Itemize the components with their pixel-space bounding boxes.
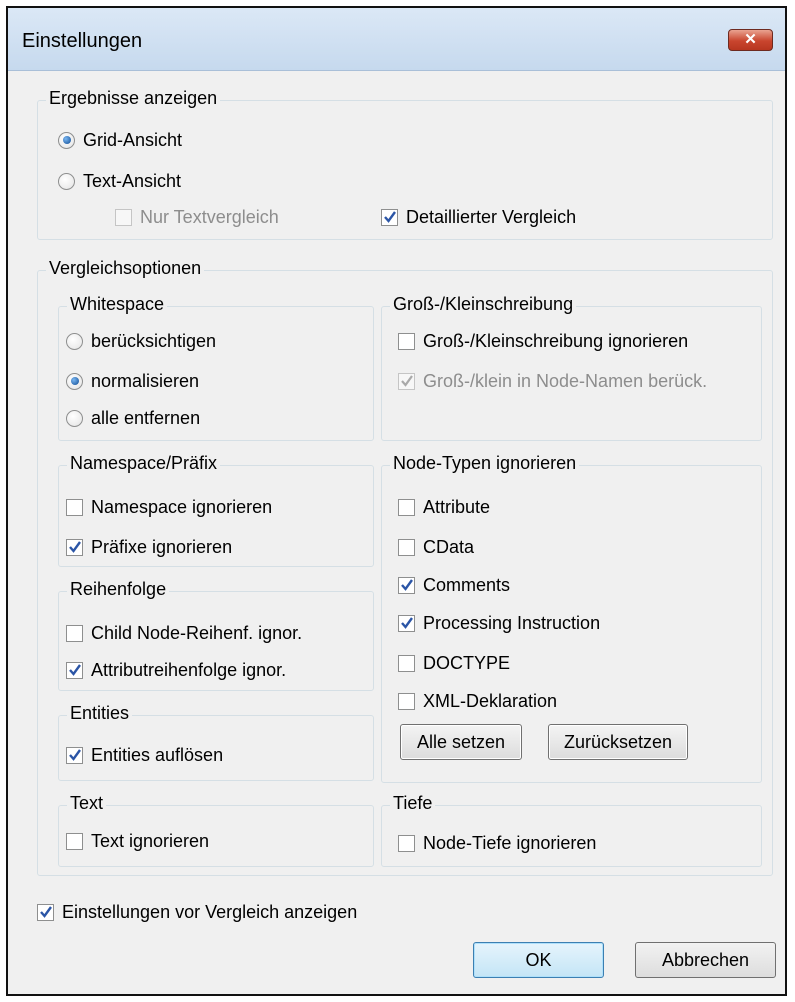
set-all-button[interactable]: Alle setzen bbox=[400, 724, 522, 760]
checkbox-box bbox=[398, 332, 415, 350]
resolve-entities-label: Entities auflösen bbox=[91, 744, 224, 765]
grid-view-radio[interactable]: Grid-Ansicht bbox=[58, 129, 182, 151]
depth-legend: Tiefe bbox=[390, 793, 436, 814]
checkbox-box bbox=[398, 498, 415, 516]
cdata-checkbox[interactable]: CData bbox=[398, 536, 474, 558]
radio-indicator bbox=[58, 131, 75, 149]
ignore-prefix-label: Präfixe ignorieren bbox=[91, 536, 233, 557]
child-order-checkbox[interactable]: Child Node-Reihenf. ignor. bbox=[66, 622, 302, 644]
ignore-text-checkbox[interactable]: Text ignorieren bbox=[66, 830, 209, 852]
cdata-label: CData bbox=[423, 536, 475, 557]
remove-all-label: alle entfernen bbox=[91, 407, 201, 428]
settings-dialog: Einstellungen ✕ Ergebnisse anzeigen Grid… bbox=[6, 6, 787, 996]
node-types-legend: Node-Typen ignorieren bbox=[390, 453, 580, 474]
checkmark-icon bbox=[66, 746, 83, 764]
ignore-text-label: Text ignorieren bbox=[91, 830, 210, 851]
set-all-label: Alle setzen bbox=[416, 731, 506, 752]
dialog-title: Einstellungen bbox=[22, 30, 143, 52]
attribute-label: Attribute bbox=[423, 496, 491, 517]
node-names-checkbox[interactable]: Groß-/klein in Node-Namen berück. bbox=[398, 370, 707, 392]
radio-indicator bbox=[66, 409, 83, 427]
attr-order-checkbox[interactable]: Attributreihenfolge ignor. bbox=[66, 659, 286, 681]
text-view-radio[interactable]: Text-Ansicht bbox=[58, 170, 181, 192]
text-view-label: Text-Ansicht bbox=[83, 170, 182, 191]
case-legend: Groß-/Kleinschreibung bbox=[390, 294, 577, 315]
ignore-depth-checkbox[interactable]: Node-Tiefe ignorieren bbox=[398, 832, 596, 854]
consider-label: berücksichtigen bbox=[91, 330, 217, 351]
ok-button[interactable]: OK bbox=[473, 942, 604, 978]
entities-legend: Entities bbox=[67, 703, 133, 724]
ignore-prefix-checkbox[interactable]: Präfixe ignorieren bbox=[66, 536, 232, 558]
cancel-label: Abbrechen bbox=[661, 949, 750, 970]
attr-order-label: Attributreihenfolge ignor. bbox=[91, 659, 287, 680]
consider-radio[interactable]: berücksichtigen bbox=[66, 330, 216, 352]
text-legend: Text bbox=[67, 793, 107, 814]
show-before-checkbox[interactable]: Einstellungen vor Vergleich anzeigen bbox=[37, 901, 357, 923]
normalize-radio[interactable]: normalisieren bbox=[66, 370, 199, 392]
doctype-label: DOCTYPE bbox=[423, 652, 511, 673]
reset-button[interactable]: Zurücksetzen bbox=[548, 724, 688, 760]
close-button[interactable]: ✕ bbox=[728, 29, 773, 51]
detailed-label: Detaillierter Vergleich bbox=[406, 206, 577, 227]
ignore-case-label: Groß-/Kleinschreibung ignorieren bbox=[423, 330, 689, 351]
checkmark-icon bbox=[398, 372, 415, 390]
order-legend: Reihenfolge bbox=[67, 579, 170, 600]
title-bar: Einstellungen ✕ bbox=[8, 8, 785, 71]
remove-all-radio[interactable]: alle entfernen bbox=[66, 407, 200, 429]
checkbox-box bbox=[66, 624, 83, 642]
ignore-case-checkbox[interactable]: Groß-/Kleinschreibung ignorieren bbox=[398, 330, 688, 352]
doctype-checkbox[interactable]: DOCTYPE bbox=[398, 652, 510, 674]
show-before-label: Einstellungen vor Vergleich anzeigen bbox=[62, 901, 358, 922]
compare-legend: Vergleichsoptionen bbox=[46, 258, 205, 279]
text-only-label: Nur Textvergleich bbox=[140, 206, 279, 227]
cancel-button[interactable]: Abbrechen bbox=[635, 942, 776, 978]
checkmark-icon bbox=[66, 661, 83, 679]
xml-decl-checkbox[interactable]: XML-Deklaration bbox=[398, 690, 557, 712]
radio-indicator bbox=[66, 372, 83, 390]
normalize-label: normalisieren bbox=[91, 370, 200, 391]
child-order-label: Child Node-Reihenf. ignor. bbox=[91, 622, 303, 643]
radio-indicator bbox=[58, 172, 75, 190]
xml-decl-label: XML-Deklaration bbox=[423, 690, 558, 711]
checkmark-icon bbox=[398, 576, 415, 594]
checkbox-box bbox=[66, 498, 83, 516]
processing-label: Processing Instruction bbox=[423, 612, 601, 633]
ignore-namespace-label: Namespace ignorieren bbox=[91, 496, 273, 517]
checkmark-icon bbox=[37, 903, 54, 921]
ignore-depth-label: Node-Tiefe ignorieren bbox=[423, 832, 597, 853]
attribute-checkbox[interactable]: Attribute bbox=[398, 496, 490, 518]
reset-label: Zurücksetzen bbox=[563, 731, 673, 752]
comments-checkbox[interactable]: Comments bbox=[398, 574, 510, 596]
checkbox-box bbox=[398, 834, 415, 852]
ignore-namespace-checkbox[interactable]: Namespace ignorieren bbox=[66, 496, 272, 518]
grid-view-label: Grid-Ansicht bbox=[83, 129, 183, 150]
ok-label: OK bbox=[525, 949, 552, 970]
comments-label: Comments bbox=[423, 574, 511, 595]
checkmark-icon bbox=[381, 208, 398, 226]
results-legend: Ergebnisse anzeigen bbox=[46, 88, 221, 109]
whitespace-legend: Whitespace bbox=[67, 294, 168, 315]
checkmark-icon bbox=[66, 538, 83, 556]
close-icon: ✕ bbox=[744, 31, 757, 48]
checkmark-icon bbox=[398, 614, 415, 632]
resolve-entities-checkbox[interactable]: Entities auflösen bbox=[66, 744, 223, 766]
checkbox-box bbox=[398, 692, 415, 710]
checkbox-box bbox=[66, 832, 83, 850]
detailed-checkbox[interactable]: Detaillierter Vergleich bbox=[381, 206, 576, 228]
radio-indicator bbox=[66, 332, 83, 350]
checkbox-box bbox=[115, 208, 132, 226]
processing-checkbox[interactable]: Processing Instruction bbox=[398, 612, 600, 634]
namespace-legend: Namespace/Präfix bbox=[67, 453, 221, 474]
checkbox-box bbox=[398, 538, 415, 556]
node-names-label: Groß-/klein in Node-Namen berück. bbox=[423, 370, 708, 391]
text-only-checkbox[interactable]: Nur Textvergleich bbox=[115, 206, 279, 228]
checkbox-box bbox=[398, 654, 415, 672]
